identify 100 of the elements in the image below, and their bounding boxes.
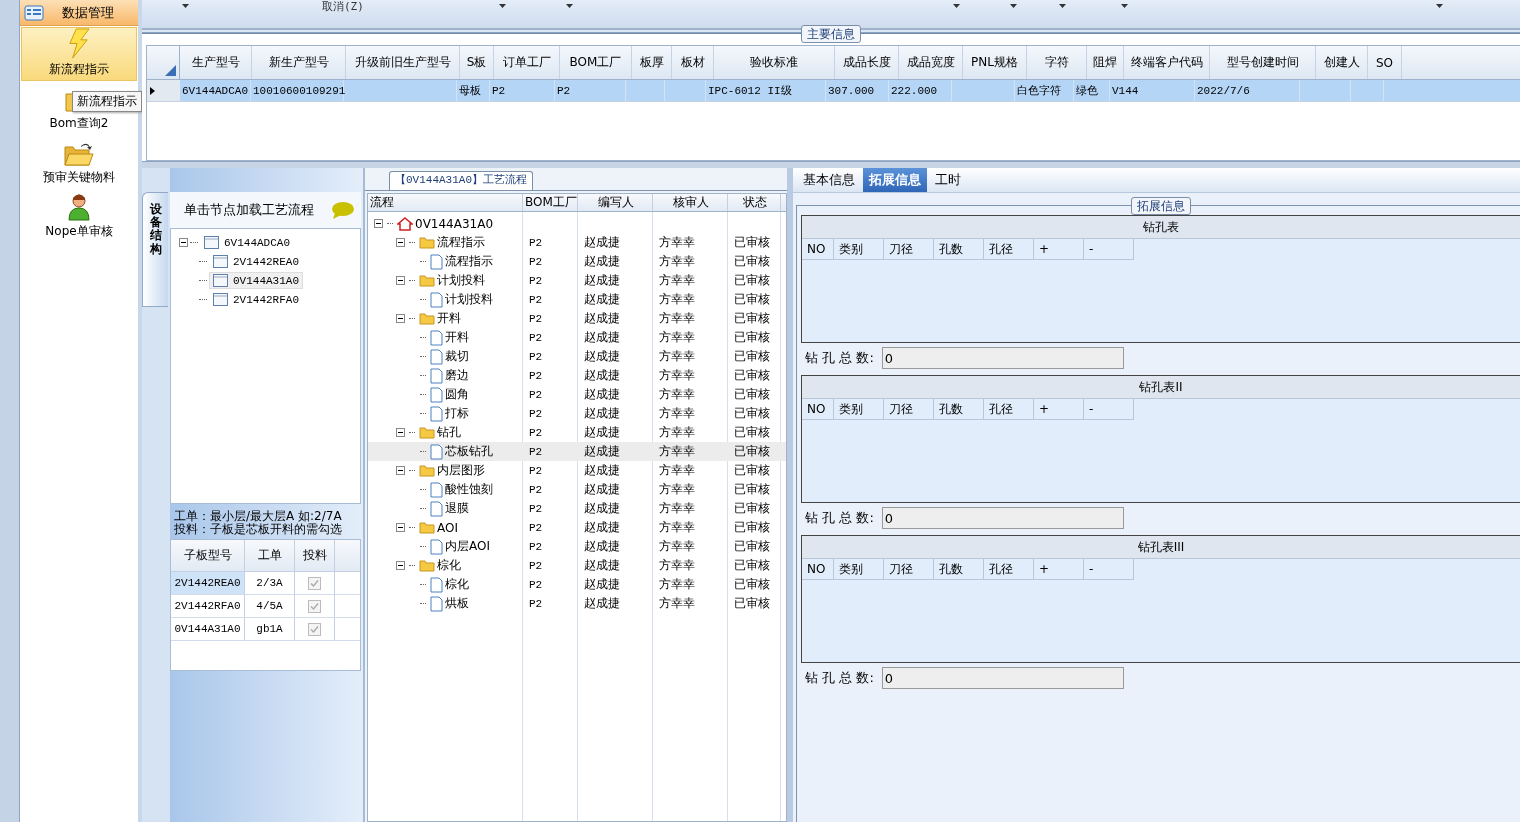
column-header[interactable]: BOM工厂 xyxy=(523,194,578,211)
column-header[interactable]: 孔数 xyxy=(934,239,984,259)
collapse-icon[interactable] xyxy=(396,428,405,437)
column-header[interactable]: 创建人 xyxy=(1316,46,1368,79)
column-header[interactable]: 孔径 xyxy=(984,559,1034,579)
column-header[interactable]: - xyxy=(1084,399,1134,419)
column-header[interactable]: 类别 xyxy=(834,239,884,259)
checkbox[interactable] xyxy=(308,622,321,636)
column-header[interactable]: 新生产型号 xyxy=(252,46,346,79)
tree-row[interactable]: 内层AOI P2 赵成捷 方幸幸 已审核 xyxy=(368,537,786,556)
checkbox[interactable] xyxy=(308,599,321,613)
column-header[interactable]: 刀径 xyxy=(884,399,934,419)
caret-icon[interactable] xyxy=(1009,4,1017,8)
tree-item[interactable]: 0V144A31A0 xyxy=(209,272,303,289)
column-header[interactable]: 类别 xyxy=(834,399,884,419)
column-header[interactable]: 板材 xyxy=(672,46,714,79)
column-header[interactable]: 刀径 xyxy=(884,239,934,259)
collapse-icon[interactable] xyxy=(179,238,188,247)
input-field[interactable]: 0 xyxy=(881,667,1124,689)
column-header[interactable]: 孔径 xyxy=(984,239,1034,259)
tree-row[interactable]: 棕化 P2 赵成捷 方幸幸 已审核 xyxy=(368,575,786,594)
caret-icon[interactable] xyxy=(182,4,189,8)
tree-row[interactable]: 流程指示 P2 赵成捷 方幸幸 已审核 xyxy=(368,233,786,252)
column-header[interactable]: 刀径 xyxy=(884,559,934,579)
cancel-button[interactable]: 取消(Z) xyxy=(322,0,364,14)
sidebar-item[interactable]: Nope单审核 xyxy=(21,189,137,243)
tree-row[interactable]: 计划投料 P2 赵成捷 方幸幸 已审核 xyxy=(368,290,786,309)
column-header[interactable]: SO xyxy=(1368,46,1402,79)
column-header[interactable]: 核审人 xyxy=(653,194,728,211)
column-header[interactable]: 终端客户代码 xyxy=(1124,46,1210,79)
column-header[interactable]: + xyxy=(1034,239,1084,259)
caret-icon[interactable] xyxy=(952,4,960,8)
collapse-icon[interactable] xyxy=(396,561,405,570)
checkbox[interactable] xyxy=(308,576,321,590)
tree-row[interactable]: 裁切 P2 赵成捷 方幸幸 已审核 xyxy=(368,347,786,366)
sidebar-item[interactable]: 预审关键物料 xyxy=(21,135,137,189)
column-header[interactable]: 编写人 xyxy=(578,194,653,211)
table-cell[interactable]: 2V1442RFA0 xyxy=(171,595,245,617)
column-header[interactable]: PNL规格 xyxy=(963,46,1027,79)
column-header[interactable]: 字符 xyxy=(1027,46,1087,79)
column-header[interactable]: 子板型号 xyxy=(171,540,245,571)
column-header[interactable]: 阻焊 xyxy=(1087,46,1124,79)
caret-icon[interactable] xyxy=(1120,4,1128,8)
caret-icon[interactable] xyxy=(565,4,573,8)
input-field[interactable]: 0 xyxy=(881,507,1124,529)
tab[interactable]: 拓展信息 xyxy=(863,168,927,192)
collapse-icon[interactable] xyxy=(396,276,405,285)
column-header[interactable]: 型号创建时间 xyxy=(1210,46,1316,79)
caret-icon[interactable] xyxy=(1435,4,1443,8)
column-header[interactable]: BOM工厂 xyxy=(560,46,632,79)
column-header[interactable]: + xyxy=(1034,399,1084,419)
collapse-icon[interactable] xyxy=(396,466,405,475)
tree-row[interactable]: 流程指示 P2 赵成捷 方幸幸 已审核 xyxy=(368,252,786,271)
tree-row[interactable]: 圆角 P2 赵成捷 方幸幸 已审核 xyxy=(368,385,786,404)
column-header[interactable]: 验收标准 xyxy=(714,46,835,79)
table-cell[interactable]: 0V144A31A0 xyxy=(171,618,245,640)
column-header[interactable]: 工单 xyxy=(245,540,295,571)
caret-icon[interactable] xyxy=(498,4,506,8)
tree-row[interactable]: 钻孔 P2 赵成捷 方幸幸 已审核 xyxy=(368,423,786,442)
tree-row[interactable]: 烘板 P2 赵成捷 方幸幸 已审核 xyxy=(368,594,786,613)
column-header[interactable]: + xyxy=(1034,559,1084,579)
collapse-icon[interactable] xyxy=(396,238,405,247)
tree-row[interactable]: 酸性蚀刻 P2 赵成捷 方幸幸 已审核 xyxy=(368,480,786,499)
table-cell[interactable]: 2V1442REA0 xyxy=(171,572,245,594)
column-header[interactable]: 订单工厂 xyxy=(494,46,560,79)
column-header[interactable]: 流程 xyxy=(368,194,523,211)
column-header[interactable]: 孔径 xyxy=(984,399,1034,419)
tree-row[interactable]: 开料 P2 赵成捷 方幸幸 已审核 xyxy=(368,328,786,347)
tab[interactable]: 工时 xyxy=(929,168,967,192)
tree-row[interactable]: 磨边 P2 赵成捷 方幸幸 已审核 xyxy=(368,366,786,385)
column-header[interactable]: - xyxy=(1084,239,1134,259)
tree-item[interactable]: 2V1442RFA0 xyxy=(209,291,303,308)
column-header[interactable]: NO xyxy=(802,239,834,259)
column-header[interactable]: 板厚 xyxy=(632,46,672,79)
tree-row[interactable]: 棕化 P2 赵成捷 方幸幸 已审核 xyxy=(368,556,786,575)
column-header[interactable]: 成品宽度 xyxy=(899,46,963,79)
column-header[interactable]: 孔数 xyxy=(934,399,984,419)
caret-icon[interactable] xyxy=(1058,4,1066,8)
column-header[interactable]: NO xyxy=(802,399,834,419)
column-header[interactable]: 成品长度 xyxy=(835,46,899,79)
collapse-icon[interactable] xyxy=(374,219,383,228)
tree-row[interactable]: AOI P2 赵成捷 方幸幸 已审核 xyxy=(368,518,786,537)
tree-row[interactable]: 开料 P2 赵成捷 方幸幸 已审核 xyxy=(368,309,786,328)
column-header[interactable]: S板 xyxy=(460,46,494,79)
tree-row[interactable]: 计划投料 P2 赵成捷 方幸幸 已审核 xyxy=(368,271,786,290)
column-header[interactable]: 孔数 xyxy=(934,559,984,579)
column-header[interactable]: NO xyxy=(802,559,834,579)
column-header[interactable]: 状态 xyxy=(728,194,781,211)
column-header[interactable]: 生产型号 xyxy=(180,46,252,79)
tree-row[interactable]: 打标 P2 赵成捷 方幸幸 已审核 xyxy=(368,404,786,423)
collapse-icon[interactable] xyxy=(396,314,405,323)
input-field[interactable]: 0 xyxy=(881,347,1124,369)
tab[interactable]: 基本信息 xyxy=(797,168,861,192)
tree-row[interactable]: 0V144A31A0 xyxy=(368,214,786,233)
tree-item[interactable]: 6V144ADCA0 xyxy=(200,234,294,251)
vertical-tab[interactable]: 设备结构 xyxy=(142,192,168,307)
tree-item[interactable]: 2V1442REA0 xyxy=(209,253,303,270)
column-header[interactable]: 升级前旧生产型号 xyxy=(346,46,460,79)
column-header[interactable]: - xyxy=(1084,559,1134,579)
tree-row[interactable]: 退膜 P2 赵成捷 方幸幸 已审核 xyxy=(368,499,786,518)
